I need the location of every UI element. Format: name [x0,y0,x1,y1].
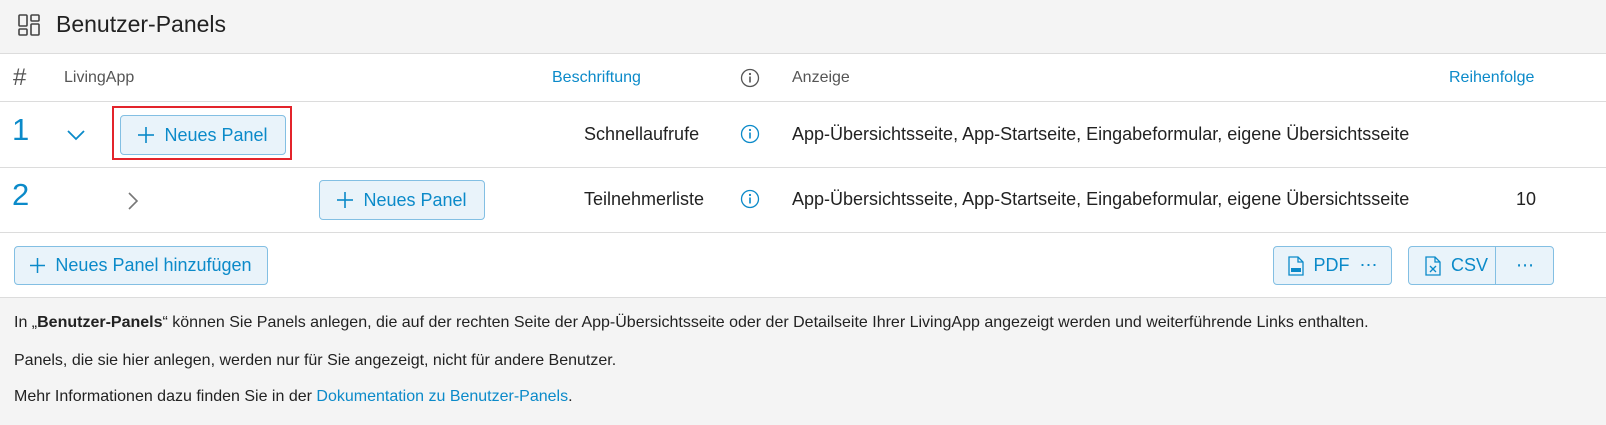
column-reihenfolge[interactable]: Reihenfolge [1449,69,1534,87]
column-beschriftung[interactable]: Beschriftung [552,69,641,87]
documentation-link[interactable]: Dokumentation zu Benutzer-Panels [316,388,568,405]
info-icon[interactable] [740,124,760,144]
table-row: 2 Neues Panel Teilnehmerliste App-Übersi… [0,167,1606,233]
chevron-down-icon[interactable] [66,129,86,141]
csv-label: CSV [1451,255,1489,275]
plus-icon [337,192,354,208]
help-text-part: Mehr Informationen dazu finden Sie in de… [14,388,317,405]
anzeige-cell: App-Übersichtsseite, App-Startseite, Ein… [792,189,1410,209]
reihenfolge-cell: 10 [1516,189,1537,209]
help-text: In „Benutzer-Panels“ können Sie Panels a… [0,298,1606,425]
add-panel-button[interactable]: Neues Panel hinzufügen [14,246,268,285]
help-paragraph-3: Mehr Informationen dazu finden Sie in de… [14,388,573,406]
help-text-part: In „ [14,314,38,331]
help-text-part: “ können Sie Panels anlegen, die auf der… [162,314,1369,331]
pdf-file-icon [1287,255,1304,276]
help-paragraph-1: In „Benutzer-Panels“ können Sie Panels a… [14,314,1369,332]
column-number: # [13,64,27,91]
help-text-bold: Benutzer-Panels [37,314,163,331]
pdf-export-button[interactable]: PDF ⋯ [1273,246,1392,285]
pdf-more-icon: ⋯ [1359,255,1378,275]
new-panel-button[interactable]: Neues Panel [319,180,485,220]
info-icon [740,68,760,88]
add-panel-label: Neues Panel hinzufügen [55,255,252,275]
row-number: 1 [12,112,30,147]
help-paragraph-2: Panels, die sie hier anlegen, werden nur… [14,352,617,369]
plus-icon [30,258,46,273]
new-panel-label: Neues Panel [363,189,467,210]
info-icon[interactable] [740,189,760,209]
table-row: 1 Neues Panel Schnellaufrufe App-Übersic… [0,102,1606,168]
anzeige-cell: App-Übersichtsseite, App-Startseite, Ein… [792,124,1410,144]
column-anzeige[interactable]: Anzeige [792,69,850,87]
help-text-part: . [568,388,573,405]
more-options-button[interactable]: ⋯ [1496,246,1554,285]
table-header: # LivingApp Beschriftung Anzeige Reihenf… [0,54,1606,102]
highlight-box [112,106,292,160]
beschriftung-cell: Schnellaufrufe [584,124,700,144]
csv-file-icon [1425,255,1441,276]
column-livingapp[interactable]: LivingApp [64,69,134,87]
beschriftung-cell: Teilnehmerliste [584,189,705,209]
row-number: 2 [12,177,30,212]
pdf-label: PDF [1313,255,1350,275]
page-header: Benutzer-Panels [0,0,1606,54]
grid-icon [18,14,40,36]
page-title: Benutzer-Panels [56,11,227,37]
chevron-right-icon[interactable] [127,191,139,211]
